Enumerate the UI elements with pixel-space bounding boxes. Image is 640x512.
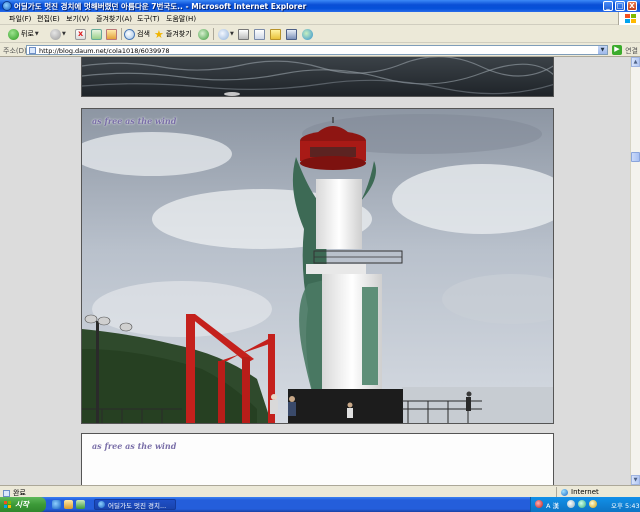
taskbar: 시작 어딜가도 멋진 경치... A 漢 오후 5:43 [0, 497, 640, 512]
print-button[interactable] [238, 28, 249, 40]
chevron-down-icon: ▼ [62, 31, 66, 37]
toolbar: 뒤로 ▼ ▼ x 검색 ★ 즐겨찾기 ▼ [0, 25, 640, 43]
photo-watermark-next: as free as the wind [92, 441, 177, 451]
chevron-down-icon: ▼ [34, 31, 39, 37]
menu-favorites[interactable]: 즐겨찾기(A) [96, 14, 132, 24]
system-tray: A 漢 오후 5:43 [530, 497, 640, 512]
address-input[interactable]: http://blog.daum.net/cola1018/6039978 ▼ [26, 45, 608, 55]
security-zone: Internet [556, 487, 599, 497]
discuss-button[interactable] [270, 28, 281, 40]
refresh-icon [91, 28, 102, 40]
history-icon [198, 28, 209, 40]
scroll-down-button[interactable]: ▼ [631, 475, 640, 485]
windows-flag-icon [4, 500, 12, 509]
refresh-button[interactable] [91, 28, 102, 40]
notes-icon [270, 28, 281, 40]
toolbar-separator [213, 28, 214, 40]
tray-update-icon[interactable] [589, 500, 597, 508]
home-icon [106, 28, 117, 40]
blog-photo-lighthouse: as free as the wind [81, 108, 554, 424]
tray-volume-icon[interactable] [578, 500, 586, 508]
address-label: 주소(D) [3, 47, 27, 55]
search-button[interactable]: 검색 [124, 28, 150, 40]
clock: 오후 5:43 [611, 502, 640, 510]
menu-edit[interactable]: 편집(E) [37, 14, 60, 24]
links-button[interactable]: 연결 [625, 46, 638, 56]
history-button[interactable] [198, 28, 209, 40]
windows-logo-icon [618, 12, 640, 25]
quicklaunch-folder-icon[interactable] [64, 500, 73, 509]
home-button[interactable] [106, 28, 117, 40]
research-button[interactable] [286, 28, 297, 40]
address-dropdown-button[interactable]: ▼ [598, 46, 607, 54]
menu-view[interactable]: 보기(V) [66, 14, 89, 24]
stop-icon: x [75, 28, 86, 40]
quicklaunch-desktop-icon[interactable] [76, 500, 85, 509]
scroll-up-button[interactable]: ▲ [631, 57, 640, 67]
page-icon [29, 47, 36, 54]
research-icon [286, 28, 297, 40]
chevron-down-icon: ▼ [230, 31, 234, 37]
quicklaunch-ie-icon[interactable] [52, 500, 61, 509]
globe-icon [561, 488, 568, 496]
toolbar-separator [121, 28, 122, 40]
edit-button[interactable] [254, 28, 265, 40]
vertical-scrollbar[interactable]: ▲ ▼ [630, 57, 640, 485]
back-label: 뒤로 [21, 30, 34, 38]
search-icon [124, 28, 135, 40]
search-label: 검색 [137, 30, 150, 38]
page-done-icon [3, 489, 10, 497]
menu-file[interactable]: 파일(F) [9, 14, 31, 24]
blog-photo-previous [81, 57, 554, 97]
start-label: 시작 [15, 500, 29, 509]
internet-explorer-icon [98, 501, 105, 508]
address-url[interactable]: http://blog.daum.net/cola1018/6039978 [39, 47, 170, 55]
internet-explorer-icon [2, 1, 12, 11]
status-bar: 완료 Internet [0, 485, 640, 497]
sea-water-image [82, 57, 553, 96]
lighthouse-photo-image [82, 109, 553, 423]
address-bar: 주소(D) http://blog.daum.net/cola1018/6039… [0, 43, 640, 57]
forward-button[interactable]: ▼ [50, 28, 66, 40]
star-icon: ★ [154, 27, 164, 41]
page-content: as free as the wind as free as the wind [0, 57, 630, 485]
window-title: 어딜가도 멋진 경치에 멋해버렸던 아름다운 7번국도.. - Microsof… [14, 2, 307, 11]
menu-help[interactable]: 도움말(H) [166, 14, 196, 24]
mail-button[interactable]: ▼ [218, 28, 234, 40]
print-icon [238, 28, 249, 40]
forward-arrow-icon [50, 28, 61, 40]
stop-button[interactable]: x [75, 28, 86, 40]
photo-watermark: as free as the wind [92, 116, 177, 126]
taskbar-window-button[interactable]: 어딜가도 멋진 경치... [94, 499, 176, 510]
menu-tools[interactable]: 도구(T) [137, 14, 160, 24]
zone-label: Internet [571, 488, 599, 496]
blog-photo-next: as free as the wind [81, 433, 554, 485]
edit-page-icon [254, 28, 265, 40]
maximize-button[interactable]: □ [615, 1, 625, 11]
mail-icon [218, 28, 229, 40]
title-bar: 어딜가도 멋진 경치에 멋해버렸던 아름다운 7번국도.. - Microsof… [0, 0, 640, 12]
tray-app-icon[interactable] [535, 500, 543, 508]
ime-indicator[interactable]: A 漢 [546, 500, 559, 510]
scroll-thumb[interactable] [631, 152, 640, 162]
menu-bar: 파일(F) 편집(E) 보기(V) 즐겨찾기(A) 도구(T) 도움말(H) [0, 12, 640, 25]
close-button[interactable]: X [627, 1, 637, 11]
messenger-icon [302, 28, 313, 40]
tray-network-icon[interactable] [567, 500, 575, 508]
back-arrow-icon [8, 28, 19, 40]
start-button[interactable]: 시작 [0, 497, 46, 512]
taskbar-window-title: 어딜가도 멋진 경치... [108, 501, 167, 510]
favorites-button[interactable]: ★ 즐겨찾기 [154, 28, 192, 40]
favorites-label: 즐겨찾기 [165, 30, 192, 38]
minimize-button[interactable]: _ [603, 1, 613, 11]
back-button[interactable]: 뒤로 ▼ [8, 28, 39, 40]
go-button[interactable]: ▶ [612, 45, 622, 55]
messenger-button[interactable] [302, 28, 313, 40]
